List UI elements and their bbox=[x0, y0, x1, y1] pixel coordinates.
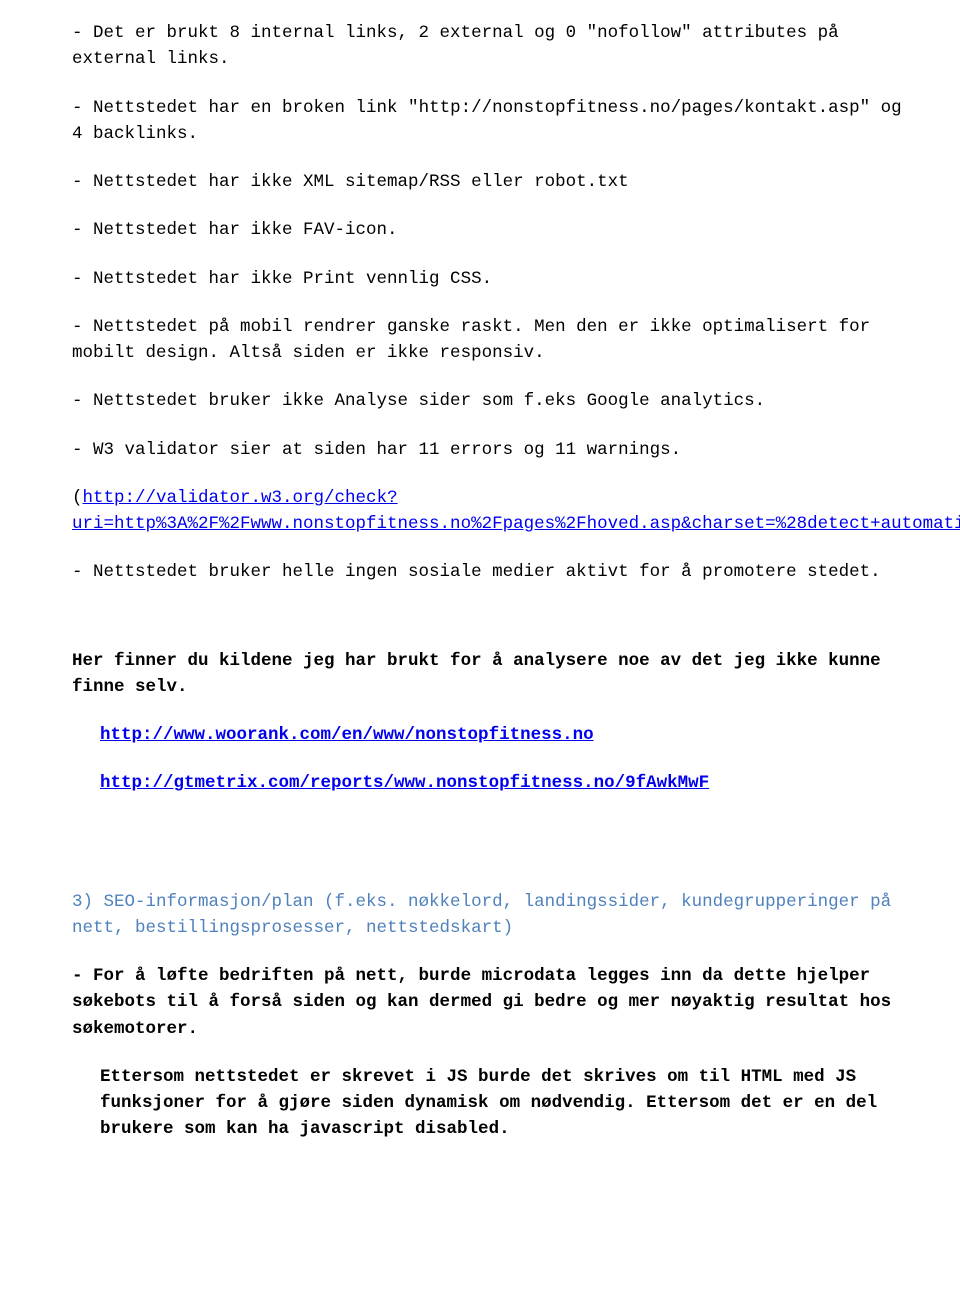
paren-open: ( bbox=[72, 488, 83, 508]
bullet-mobile: - Nettstedet på mobil rendrer ganske ras… bbox=[72, 314, 912, 367]
bullet-w3-validator: - W3 validator sier at siden har 11 erro… bbox=[72, 437, 912, 463]
bullet-sitemap: - Nettstedet har ikke XML sitemap/RSS el… bbox=[72, 169, 912, 195]
broken-link-url: http://nonstopfitness.no/pages/kontakt.a… bbox=[419, 98, 860, 118]
source-link-gtmetrix[interactable]: http://gtmetrix.com/reports/www.nonstopf… bbox=[100, 773, 709, 793]
bullet-js-rewrite: Ettersom nettstedet er skrevet i JS burd… bbox=[72, 1064, 912, 1143]
bullet-links-count: - Det er brukt 8 internal links, 2 exter… bbox=[72, 20, 912, 73]
bullet-analytics: - Nettstedet bruker ikke Analyse sider s… bbox=[72, 388, 912, 414]
bullet-social-media: - Nettstedet bruker helle ingen sosiale … bbox=[72, 559, 912, 585]
source-link-1-wrap: http://www.woorank.com/en/www/nonstopfit… bbox=[72, 722, 912, 748]
sources-intro: Her finner du kildene jeg har brukt for … bbox=[72, 648, 912, 701]
validator-link[interactable]: http://validator.w3.org/check?uri=http%3… bbox=[72, 488, 960, 534]
source-link-2-wrap: http://gtmetrix.com/reports/www.nonstopf… bbox=[72, 770, 912, 796]
section-heading-seo: 3) SEO-informasjon/plan (f.eks. nøkkelor… bbox=[72, 889, 912, 942]
validator-link-line: (http://validator.w3.org/check?uri=http%… bbox=[72, 485, 912, 538]
bullet-print-css: - Nettstedet har ikke Print vennlig CSS. bbox=[72, 266, 912, 292]
bullet-broken-link: - Nettstedet har en broken link "http://… bbox=[72, 95, 912, 148]
text-fragment: - Nettstedet har en broken link " bbox=[72, 98, 419, 118]
source-link-woorank[interactable]: http://www.woorank.com/en/www/nonstopfit… bbox=[100, 725, 594, 745]
bullet-microdata: - For å løfte bedriften på nett, burde m… bbox=[72, 963, 912, 1042]
bullet-favicon: - Nettstedet har ikke FAV-icon. bbox=[72, 217, 912, 243]
